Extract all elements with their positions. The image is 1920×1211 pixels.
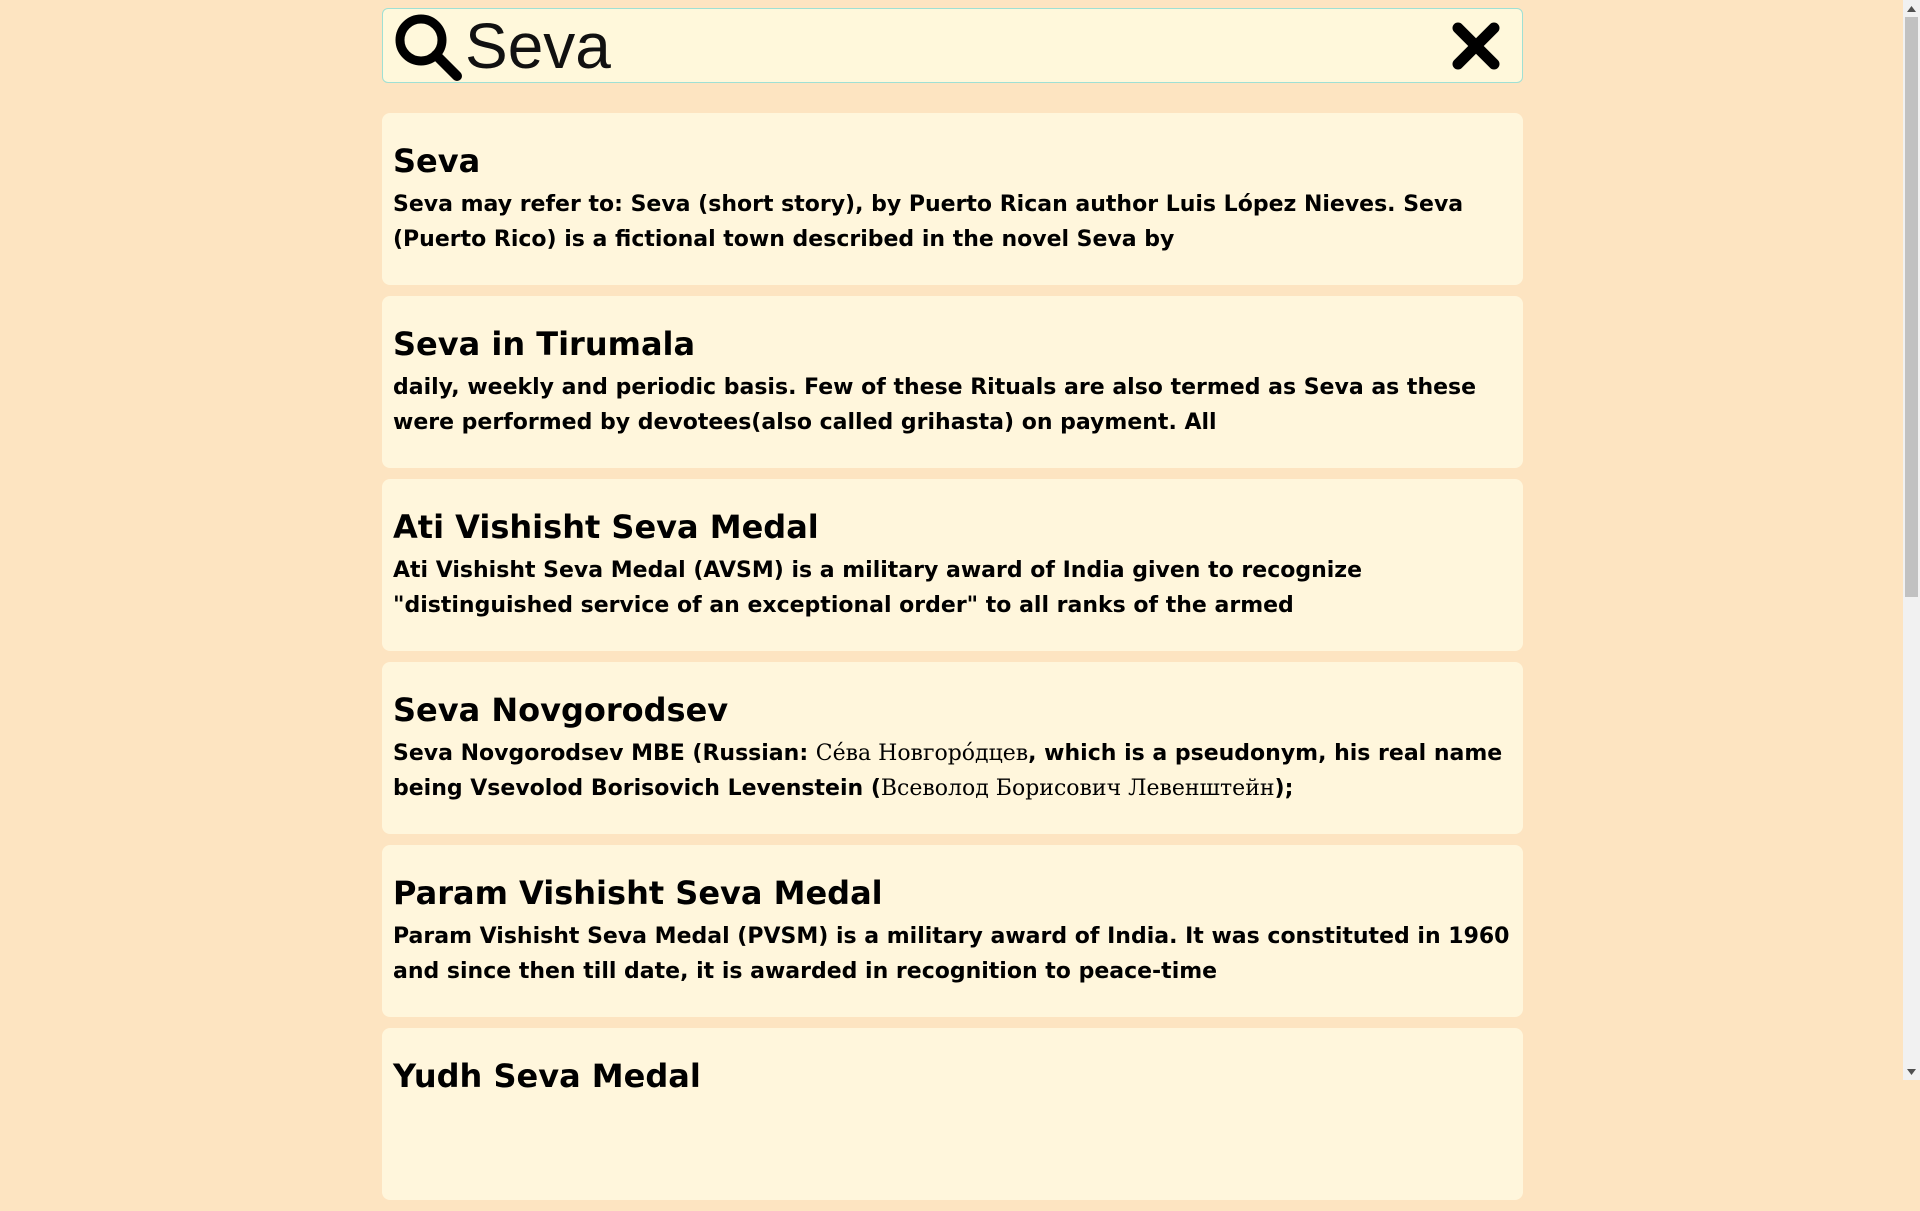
scroll-up-icon[interactable] <box>1903 0 1920 17</box>
snippet-text: Seva Novgorodsev MBE (Russian: <box>393 741 816 766</box>
close-icon[interactable] <box>1448 18 1504 74</box>
result-title[interactable]: Param Vishisht Seva Medal <box>393 871 1513 915</box>
result-card[interactable]: Yudh Seva Medal <box>382 1028 1523 1200</box>
result-card[interactable]: Param Vishisht Seva Medal Param Vishisht… <box>382 845 1523 1017</box>
result-title[interactable]: Seva <box>393 139 1513 183</box>
scrollbar-thumb[interactable] <box>1905 17 1918 597</box>
vertical-scrollbar[interactable] <box>1903 0 1920 1080</box>
snippet-russian-text: Всеволод Борисович Левенштейн <box>880 776 1275 801</box>
result-title[interactable]: Seva in Tirumala <box>393 322 1513 366</box>
result-snippet: Param Vishisht Seva Medal (PVSM) is a mi… <box>393 924 1510 984</box>
result-snippet: Ati Vishisht Seva Medal (AVSM) is a mili… <box>393 558 1363 618</box>
result-snippet: daily, weekly and periodic basis. Few of… <box>393 375 1477 435</box>
snippet-russian-text: Се́ва Новгоро́дцев <box>815 741 1029 766</box>
result-title[interactable]: Yudh Seva Medal <box>393 1054 1513 1098</box>
result-card[interactable]: Seva Seva may refer to: Seva (short stor… <box>382 113 1523 285</box>
search-input[interactable] <box>463 9 1448 82</box>
search-bar <box>382 8 1523 83</box>
snippet-text: ); <box>1274 776 1294 801</box>
search-icon <box>391 10 463 82</box>
result-card[interactable]: Seva Novgorodsev Seva Novgorodsev MBE (R… <box>382 662 1523 834</box>
result-title[interactable]: Ati Vishisht Seva Medal <box>393 505 1513 549</box>
results-list: Seva Seva may refer to: Seva (short stor… <box>382 113 1523 1200</box>
result-card[interactable]: Seva in Tirumala daily, weekly and perio… <box>382 296 1523 468</box>
search-page: Seva Seva may refer to: Seva (short stor… <box>382 8 1523 1211</box>
scroll-down-icon[interactable] <box>1903 1063 1920 1080</box>
result-snippet: Seva Novgorodsev MBE (Russian: Се́ва Нов… <box>393 736 1513 806</box>
result-title[interactable]: Seva Novgorodsev <box>393 688 1513 732</box>
result-snippet: Seva may refer to: Seva (short story), b… <box>393 192 1464 252</box>
result-card[interactable]: Ati Vishisht Seva Medal Ati Vishisht Sev… <box>382 479 1523 651</box>
